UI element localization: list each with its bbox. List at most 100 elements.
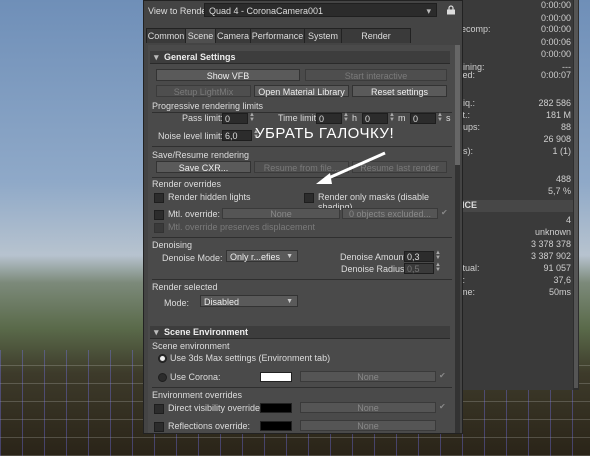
spinner-arrows-icon[interactable]: ▲ ▼: [435, 250, 441, 262]
denoise-radius-spinner[interactable]: 0,5: [404, 263, 434, 274]
direct-visibility-map-slot[interactable]: None: [300, 402, 436, 413]
time-seconds-spinner[interactable]: 0: [410, 113, 436, 124]
checkmark-icon[interactable]: ✔: [439, 371, 446, 380]
stats-row: s:37,6: [456, 275, 579, 286]
open-material-library-button[interactable]: Open Material Library: [254, 85, 349, 97]
stats-row: niq.: 282 586: [456, 98, 579, 109]
denoise-mode-dropdown[interactable]: Only r...efies ▼: [226, 250, 298, 262]
checkmark-icon[interactable]: ✔: [441, 208, 448, 217]
separator: [152, 279, 452, 280]
stats-value: 0:00:00: [540, 49, 571, 59]
denoise-amount-label: Denoise Amount:: [340, 252, 409, 262]
view-to-render-dropdown[interactable]: Quad 4 - CoronaCamera001 ▾: [204, 3, 437, 17]
spinner-arrows-icon[interactable]: ▲ ▼: [343, 112, 349, 124]
reflections-color-swatch[interactable]: [260, 421, 292, 431]
settings-scrollbar[interactable]: [455, 45, 460, 433]
render-selected-title: Render selected: [152, 282, 218, 292]
stats-value: 0:00:07: [540, 70, 571, 80]
denoise-radius-label: Denoise Radius:: [341, 264, 408, 274]
lock-icon[interactable]: [446, 5, 456, 15]
general-settings-title: General Settings: [164, 52, 236, 62]
tab-render-elements[interactable]: Render Elements: [341, 28, 411, 55]
use-corona-radio[interactable]: [158, 373, 167, 382]
stats-value: 4: [565, 215, 571, 225]
start-interactive-button[interactable]: Start interactive: [305, 69, 447, 81]
noise-level-label: Noise level limit:: [158, 131, 224, 141]
denoise-mode-value: Only r...efies: [230, 252, 281, 262]
tab-scene[interactable]: Scene: [185, 28, 216, 43]
scene-environment-section-title: Scene environment: [152, 341, 230, 351]
checkmark-icon[interactable]: ✔: [439, 402, 446, 411]
minutes-unit-label: m: [398, 113, 406, 123]
pass-limit-spinner[interactable]: 0: [222, 113, 248, 124]
corona-color-swatch[interactable]: [260, 372, 292, 382]
time-hours-spinner[interactable]: 0: [316, 113, 342, 124]
mtl-override-material-slot[interactable]: None: [222, 208, 340, 219]
stats-scrollbar-thumb[interactable]: [574, 0, 578, 388]
objects-excluded-button[interactable]: 0 objects excluded...: [342, 208, 438, 219]
spinner-arrows-icon[interactable]: ▲ ▼: [249, 112, 255, 124]
tab-system[interactable]: System: [304, 28, 342, 43]
stats-row: 0:00:00: [456, 0, 579, 11]
reflections-override-checkbox[interactable]: [154, 422, 164, 432]
direct-visibility-checkbox[interactable]: [154, 404, 164, 414]
mtl-override-label: Mtl. override:: [168, 209, 221, 219]
reset-settings-button[interactable]: Reset settings: [352, 85, 447, 97]
render-selected-mode-value: Disabled: [204, 297, 240, 307]
use-3ds-max-radio[interactable]: [158, 354, 167, 363]
stats-row: recomp: 0:00:00: [456, 24, 579, 35]
mtl-override-displacement-checkbox[interactable]: [154, 223, 164, 233]
tab-camera[interactable]: Camera: [215, 28, 251, 43]
spinner-arrows-icon[interactable]: ▲ ▼: [437, 112, 443, 124]
stats-value: 3 387 902: [530, 251, 571, 261]
stats-value: 50ms: [548, 287, 571, 297]
stats-row: ctual: 91 057: [456, 263, 579, 274]
spinner-arrows-icon[interactable]: ▲ ▼: [435, 262, 441, 274]
tab-common[interactable]: Common: [146, 28, 186, 43]
denoise-mode-label: Denoise Mode:: [162, 253, 223, 263]
environment-overrides-title: Environment overrides: [152, 390, 243, 400]
stats-value: 181 M: [545, 110, 571, 120]
direct-visibility-color-swatch[interactable]: [260, 403, 292, 413]
separator: [152, 146, 452, 147]
stats-row: sed: 0:00:07: [456, 70, 579, 81]
render-selected-mode-dropdown[interactable]: Disabled ▼: [200, 295, 298, 307]
denoising-title: Denoising: [152, 240, 193, 250]
stats-row: l:3 387 902: [456, 251, 579, 262]
reflections-map-slot[interactable]: None: [300, 420, 436, 431]
save-cxr-button[interactable]: Save CXR...: [156, 161, 251, 173]
render-hidden-lights-checkbox[interactable]: [154, 193, 164, 203]
pass-limit-label: Pass limit:: [182, 113, 224, 123]
general-settings-rollout[interactable]: ▾ General Settings: [150, 51, 450, 64]
settings-scrollbar-thumb[interactable]: [455, 45, 460, 165]
time-limit-label: Time limit:: [278, 113, 319, 123]
noise-level-spinner[interactable]: 6,0: [222, 130, 252, 141]
stats-scrollbar[interactable]: [573, 0, 579, 390]
save-resume-title: Save/Resume rendering: [152, 150, 250, 160]
tab-performance[interactable]: Performance: [250, 28, 305, 43]
stats-value: 88: [560, 122, 571, 132]
setup-lightmix-button[interactable]: Setup LightMix: [156, 85, 251, 97]
stats-row: 26 908: [456, 134, 579, 145]
denoise-amount-spinner[interactable]: 0,3: [404, 251, 434, 262]
show-vfb-button[interactable]: Show VFB: [156, 69, 300, 81]
corona-map-slot[interactable]: None: [300, 371, 436, 382]
chevron-down-icon: ▼: [286, 298, 293, 305]
hours-unit-label: h: [352, 113, 358, 123]
render-hidden-lights-label: Render hidden lights: [168, 192, 251, 202]
settings-content: ▾ General Settings Show VFB Start intera…: [148, 45, 458, 433]
mtl-override-checkbox[interactable]: [154, 210, 164, 220]
stats-row: 0:00:00: [456, 13, 579, 24]
spinner-arrows-icon[interactable]: ▲ ▼: [389, 112, 395, 124]
separator: [152, 177, 452, 178]
stats-row: unknown: [456, 227, 579, 238]
collapse-triangle-icon: ▾: [154, 52, 159, 62]
stats-value: 0:00:06: [540, 37, 571, 47]
stats-value: 37,6: [553, 275, 571, 285]
stats-row: 0:00:06: [456, 37, 579, 48]
render-only-masks-checkbox[interactable]: [304, 193, 314, 203]
stats-row: ime: 50ms: [456, 287, 579, 298]
time-minutes-spinner[interactable]: 0: [362, 113, 388, 124]
scene-environment-rollout[interactable]: ▾ Scene Environment: [150, 326, 450, 339]
stats-panel: 0:00:00 0:00:00 recomp: 0:00:00 0:00:06 0…: [455, 0, 579, 390]
